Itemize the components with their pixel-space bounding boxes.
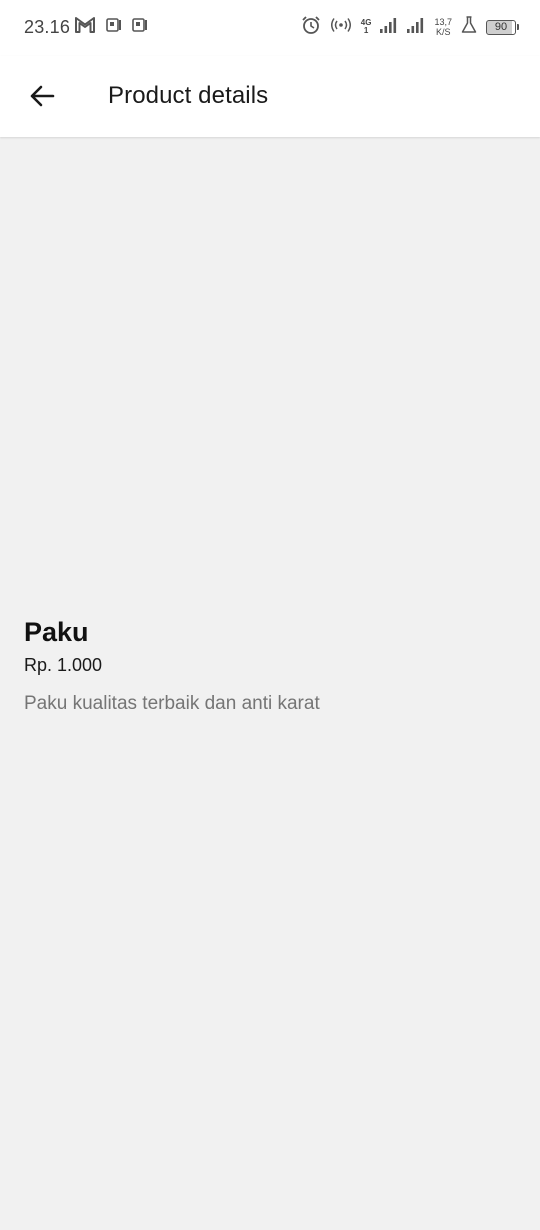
arrow-left-icon bbox=[29, 84, 55, 113]
status-bar: 23.16 4G 1 13,7 K/S 90 bbox=[0, 0, 540, 56]
page-title: Product details bbox=[108, 82, 269, 109]
hotspot-icon bbox=[330, 17, 352, 38]
product-image bbox=[0, 138, 540, 598]
network-sub-label: 1 bbox=[363, 26, 369, 35]
product-info: Paku Rp. 1.000 Paku kualitas terbaik dan… bbox=[24, 615, 516, 717]
signal-icon bbox=[407, 17, 425, 38]
status-time: 23.16 bbox=[24, 17, 71, 37]
gmail-icon bbox=[74, 16, 96, 39]
battery-icon: 90 bbox=[486, 19, 519, 35]
product-description: Paku kualitas terbaik dan anti karat bbox=[24, 693, 320, 714]
app-bar: Product details bbox=[0, 56, 540, 137]
pdf-app-icon bbox=[106, 17, 122, 38]
battery-level: 90 bbox=[494, 20, 508, 33]
network-speed: 13,7 K/S bbox=[434, 17, 452, 37]
network-speed-value: 13,7 bbox=[434, 17, 452, 27]
status-system-icons: 4G 1 13,7 K/S 90 bbox=[301, 14, 519, 40]
product-price: Rp. 1.000 bbox=[24, 655, 103, 675]
back-button[interactable] bbox=[20, 76, 64, 120]
network-speed-unit: K/S bbox=[435, 27, 451, 37]
signal-4g-icon bbox=[380, 17, 398, 38]
pdf-app-icon bbox=[132, 17, 148, 38]
status-notification-icons bbox=[74, 16, 148, 38]
product-name: Paku bbox=[24, 617, 89, 647]
alarm-icon bbox=[301, 15, 321, 40]
lab-flask-icon bbox=[461, 15, 477, 39]
network-type-indicator: 4G 1 bbox=[361, 19, 372, 35]
